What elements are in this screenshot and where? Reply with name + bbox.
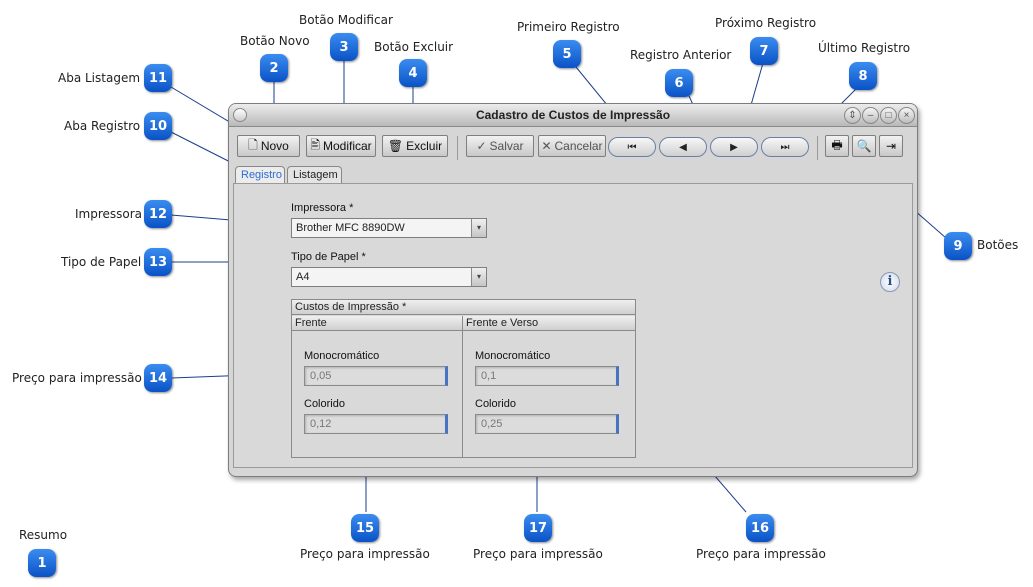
impressora-select[interactable]: Brother MFC 8890DW ▾: [291, 218, 487, 238]
info-icon[interactable]: i: [880, 272, 900, 292]
callout-badge-13: 13: [144, 248, 172, 276]
callout-badge-7: 7: [750, 37, 778, 65]
callout-badge-14: 14: [144, 364, 172, 392]
frente-mono-label: Monocromático: [304, 350, 380, 362]
callout-label-botao-novo: Botão Novo: [240, 34, 310, 48]
window-scroll-icon[interactable]: ⇕: [844, 107, 861, 124]
callout-label-resumo: Resumo: [19, 528, 68, 542]
last-record-button[interactable]: ⏭: [761, 137, 809, 157]
toolbar-separator: [457, 136, 458, 160]
tipo-papel-value: A4: [296, 271, 310, 283]
chevron-down-icon[interactable]: ▾: [471, 268, 486, 286]
frente-color-label: Colorido: [304, 398, 345, 410]
novo-button[interactable]: 🗋 Novo: [237, 135, 300, 157]
cancelar-button-label: Cancelar: [554, 139, 603, 153]
modificar-button-label: Modificar: [322, 139, 372, 153]
callout-badge-6: 6: [665, 69, 693, 97]
title-bar[interactable]: Cadastro de Custos de Impressão ⇕ – □ ×: [229, 104, 917, 127]
printer-icon: 🖶: [831, 137, 843, 152]
previous-record-button[interactable]: ◀: [659, 137, 707, 157]
callout-badge-5: 5: [553, 40, 581, 68]
tab-registro[interactable]: Registro: [235, 166, 285, 183]
custos-group-title: Custos de Impressão *: [292, 300, 635, 315]
tipo-papel-label: Tipo de Papel *: [291, 251, 366, 263]
registro-panel: i Impressora * Brother MFC 8890DW ▾ Tipo…: [233, 183, 913, 468]
custos-group: Custos de Impressão * Frente Frente e Ve…: [291, 299, 636, 458]
callout-label-aba-listagem: Aba Listagem: [58, 71, 141, 85]
callout-label-preco-impressao-17: Preço para impressão: [473, 547, 603, 561]
impressora-value: Brother MFC 8890DW: [296, 222, 405, 234]
excluir-button-label: Excluir: [406, 139, 443, 153]
tipo-papel-select[interactable]: A4 ▾: [291, 267, 487, 287]
callout-badge-16: 16: [746, 514, 774, 542]
callout-badge-9: 9: [944, 232, 972, 260]
callout-label-ultimo-registro: Último Registro: [818, 41, 911, 55]
novo-button-label: Novo: [260, 139, 289, 153]
salvar-button-label: Salvar: [489, 139, 524, 153]
print-button[interactable]: 🖶: [825, 135, 849, 157]
maximize-button[interactable]: □: [880, 107, 897, 124]
callout-badge-8: 8: [849, 62, 877, 90]
callout-badge-1: 1: [28, 549, 56, 577]
modificar-button[interactable]: 🖹 Modificar: [306, 135, 376, 157]
toolbar-separator-2: [817, 136, 818, 160]
last-record-icon: ⏭: [780, 141, 790, 153]
excluir-button[interactable]: 🗑 Excluir: [382, 135, 448, 157]
frente-verso-header: Frente e Verso: [463, 316, 635, 331]
callout-label-botao-excluir: Botão Excluir: [374, 40, 454, 54]
salvar-button[interactable]: ✓ Salvar: [466, 135, 534, 157]
callout-badge-2: 2: [260, 54, 288, 82]
tab-listagem[interactable]: Listagem: [287, 166, 342, 183]
callout-label-tipo-de-papel: Tipo de Papel: [61, 255, 142, 269]
first-record-button[interactable]: ⏮: [608, 137, 656, 157]
fv-mono-field[interactable]: 0,1: [475, 366, 619, 386]
callout-label-preco-impressao-15: Preço para impressão: [300, 547, 430, 561]
fv-color-field[interactable]: 0,25: [475, 414, 619, 434]
impressora-label: Impressora *: [291, 202, 354, 214]
print-preview-icon: 🔍: [856, 139, 872, 153]
next-record-button[interactable]: ▶: [710, 137, 758, 157]
callout-label-impressora: Impressora: [75, 207, 143, 221]
callout-label-registro-anterior: Registro Anterior: [630, 48, 732, 62]
check-icon: ✓: [476, 139, 487, 153]
frente-mono-field[interactable]: 0,05: [304, 366, 448, 386]
chevron-down-icon[interactable]: ▾: [471, 219, 486, 237]
exit-door-icon: ⇥: [885, 139, 897, 153]
callout-badge-4: 4: [399, 59, 427, 87]
callout-badge-17: 17: [524, 514, 552, 542]
callout-label-botoes: Botões: [977, 238, 1019, 252]
cadastro-window: Cadastro de Custos de Impressão ⇕ – □ × …: [228, 103, 918, 477]
edit-document-icon: 🖹: [310, 137, 320, 152]
first-record-icon: ⏮: [627, 141, 637, 153]
next-record-icon: ▶: [730, 141, 738, 153]
callout-badge-15: 15: [351, 514, 379, 542]
fv-color-label: Colorido: [475, 398, 516, 410]
exit-button[interactable]: ⇥: [879, 135, 903, 157]
previous-record-icon: ◀: [679, 141, 687, 153]
window-title: Cadastro de Custos de Impressão: [475, 108, 671, 122]
callout-label-aba-registro: Aba Registro: [64, 119, 141, 133]
x-icon: ✕: [541, 139, 552, 153]
fv-mono-label: Monocromático: [475, 350, 551, 362]
callout-label-preco-impressao-14: Preço para impressão: [12, 371, 142, 385]
callout-label-botao-modificar: Botão Modificar: [299, 13, 393, 27]
trash-icon: 🗑: [387, 139, 404, 153]
close-button[interactable]: ×: [898, 107, 915, 124]
callout-badge-11: 11: [144, 64, 172, 92]
callout-label-proximo-registro: Próximo Registro: [715, 16, 817, 30]
frente-header: Frente: [292, 316, 462, 331]
callout-label-primeiro-registro: Primeiro Registro: [517, 20, 620, 34]
preview-button[interactable]: 🔍: [852, 135, 876, 157]
new-document-icon: 🗋: [248, 137, 258, 152]
callout-badge-12: 12: [144, 200, 172, 228]
callout-label-preco-impressao-16: Preço para impressão: [696, 547, 826, 561]
minimize-button[interactable]: –: [862, 107, 879, 124]
frente-color-field[interactable]: 0,12: [304, 414, 448, 434]
column-divider: [462, 316, 463, 457]
toolbar: 🗋 Novo 🖹 Modificar 🗑 Excluir ✓ Salvar ✕ …: [233, 132, 913, 162]
callout-badge-10: 10: [144, 112, 172, 140]
callout-badge-3: 3: [330, 33, 358, 61]
cancelar-button[interactable]: ✕ Cancelar: [538, 135, 606, 157]
